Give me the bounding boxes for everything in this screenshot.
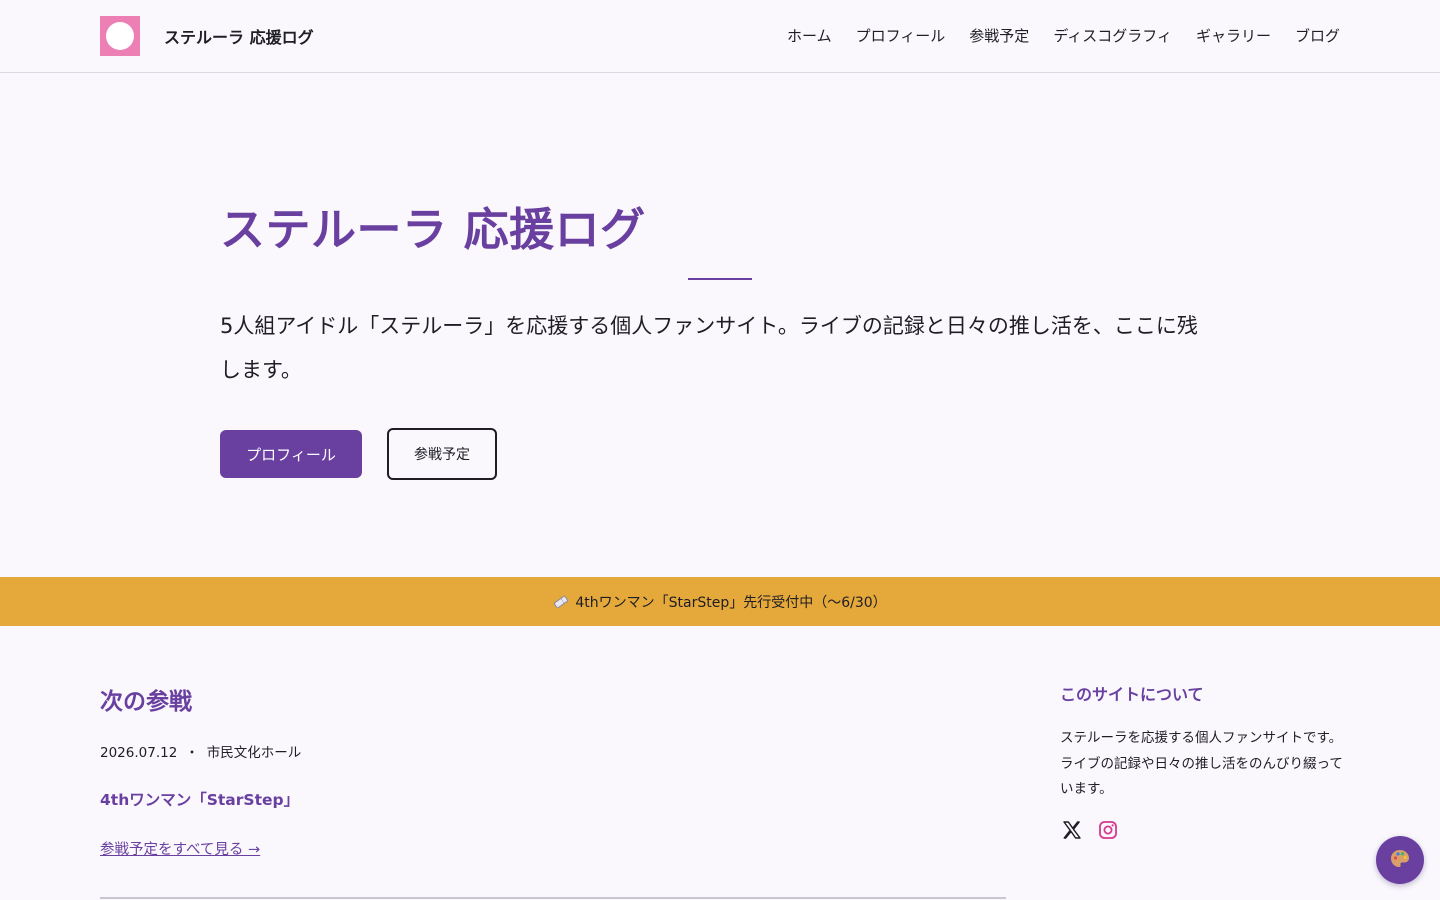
view-all-schedule-link[interactable]: 参戦予定をすべて見る → [100,838,260,859]
about-heading: このサイトについて [1060,685,1204,704]
theme-palette-button[interactable] [1376,836,1424,884]
nav-home[interactable]: ホーム [787,25,832,46]
section-divider [100,897,1006,899]
nav-discography[interactable]: ディスコグラフィ [1053,25,1172,46]
event-date: 2026.07.12 [100,745,178,761]
next-event-heading: 次の参戦 [100,689,192,715]
nav-gallery[interactable]: ギャラリー [1196,25,1271,46]
profile-button[interactable]: プロフィール [220,430,362,478]
brand-name[interactable]: ステルーラ 応援ログ [164,24,314,48]
hero-divider [688,278,752,280]
palette-icon [1388,847,1412,874]
event-meta: 2026.07.12 ・市民文化ホール [100,741,301,761]
schedule-button[interactable]: 参戦予定 [387,428,497,480]
x-icon[interactable] [1060,818,1084,842]
nav-blog[interactable]: ブログ [1295,25,1340,46]
site-logo [100,16,140,56]
announcement-text: 4thワンマン「StarStep」先行受付中（〜6/30） [575,594,887,611]
main-nav: ホーム プロフィール 参戦予定 ディスコグラフィ ギャラリー ブログ [787,25,1340,46]
site-header: ステルーラ 応援ログ ホーム プロフィール 参戦予定 ディスコグラフィ ギャラリ… [0,0,1440,73]
hero-lead: 5人組アイドル「ステルーラ」を応援する個人ファンサイト。ライブの記録と日々の推し… [220,314,1198,382]
event-title: 4thワンマン「StarStep」 [100,791,300,809]
ticket-icon [553,594,569,610]
social-links [1060,818,1120,842]
meta-separator: ・ [185,745,199,761]
nav-profile[interactable]: プロフィール [856,25,946,46]
about-body: ステルーラを応援する個人ファンサイトです。ライブの記録や日々の推し活をのんびり綴… [1060,730,1343,797]
announcement-bar[interactable]: 4thワンマン「StarStep」先行受付中（〜6/30） [0,577,1440,626]
instagram-icon[interactable] [1096,818,1120,842]
brand[interactable]: ステルーラ 応援ログ [100,16,314,56]
nav-schedule[interactable]: 参戦予定 [969,25,1029,46]
event-venue: 市民文化ホール [206,745,302,761]
hero-title: ステルーラ 応援ログ [220,203,646,256]
